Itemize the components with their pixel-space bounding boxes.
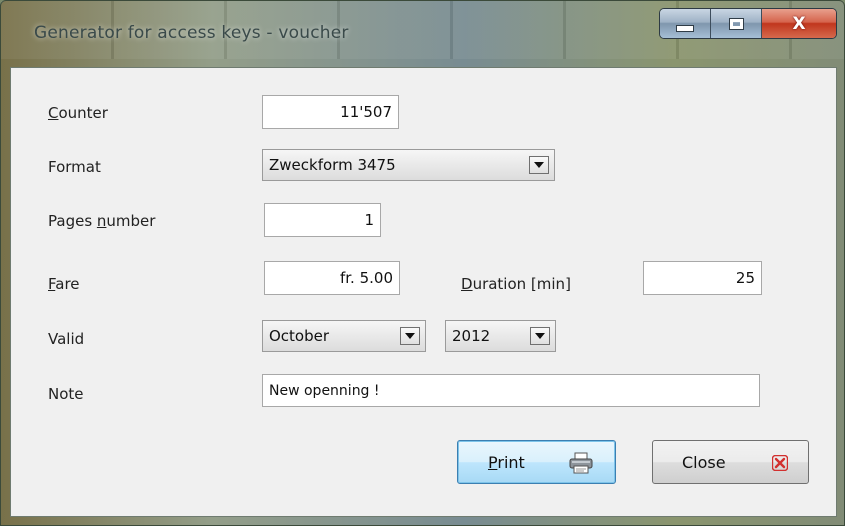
- counter-label-rest: ounter: [58, 104, 108, 122]
- minimize-icon: [676, 25, 694, 32]
- chevron-down-icon[interactable]: [529, 156, 549, 174]
- minimize-button[interactable]: [660, 9, 711, 38]
- pages-number-label: Pages number: [48, 212, 155, 230]
- print-button[interactable]: Print: [457, 440, 616, 484]
- chevron-down-icon[interactable]: [400, 327, 420, 345]
- fare-label-rest: are: [55, 275, 80, 293]
- printer-icon: [569, 452, 593, 474]
- print-button-label: Print: [488, 453, 525, 472]
- close-window-button[interactable]: X: [762, 9, 836, 38]
- note-label: Note: [48, 385, 84, 403]
- maximize-icon: [728, 17, 744, 30]
- pages-number-label-accel: n: [96, 212, 107, 230]
- counter-label-accel: C: [48, 104, 59, 122]
- dialog-body: Counter 11'507 Format Zweckform 3475 Pag…: [10, 67, 837, 517]
- valid-label: Valid: [48, 330, 85, 348]
- close-icon: X: [792, 13, 806, 34]
- valid-year-value: 2012: [452, 327, 491, 345]
- valid-year-select[interactable]: 2012: [445, 320, 556, 352]
- duration-label-accel: D: [461, 275, 473, 293]
- window-title: Generator for access keys - voucher: [34, 23, 349, 43]
- chevron-down-icon[interactable]: [530, 327, 550, 345]
- pages-number-label-rest: umber: [106, 212, 156, 230]
- print-button-rest: rint: [497, 452, 525, 472]
- format-label: Format: [48, 158, 101, 176]
- dialog-window: Generator for access keys - voucher X Co…: [0, 0, 845, 526]
- duration-label: Duration [min]: [461, 275, 571, 293]
- print-button-accel: P: [488, 452, 498, 472]
- format-select[interactable]: Zweckform 3475: [262, 149, 555, 181]
- fare-field[interactable]: fr. 5.00: [264, 261, 400, 295]
- close-button-label: Close: [682, 452, 726, 472]
- note-field[interactable]: New openning !: [262, 374, 760, 407]
- valid-month-select[interactable]: October: [262, 320, 426, 352]
- red-x-icon: [772, 455, 788, 471]
- format-selected-value: Zweckform 3475: [269, 156, 396, 174]
- pages-number-field[interactable]: 1: [264, 203, 381, 237]
- maximize-button[interactable]: [711, 9, 762, 38]
- duration-field[interactable]: 25: [643, 261, 762, 295]
- caption-buttons: X: [659, 8, 837, 39]
- counter-field[interactable]: 11'507: [262, 95, 399, 129]
- fare-label: Fare: [48, 275, 80, 293]
- duration-label-rest: uration [min]: [472, 275, 571, 293]
- counter-label: Counter: [48, 104, 108, 122]
- close-button[interactable]: Close: [652, 440, 809, 484]
- pages-number-label-pre: Pages: [48, 212, 97, 230]
- valid-month-value: October: [269, 327, 330, 345]
